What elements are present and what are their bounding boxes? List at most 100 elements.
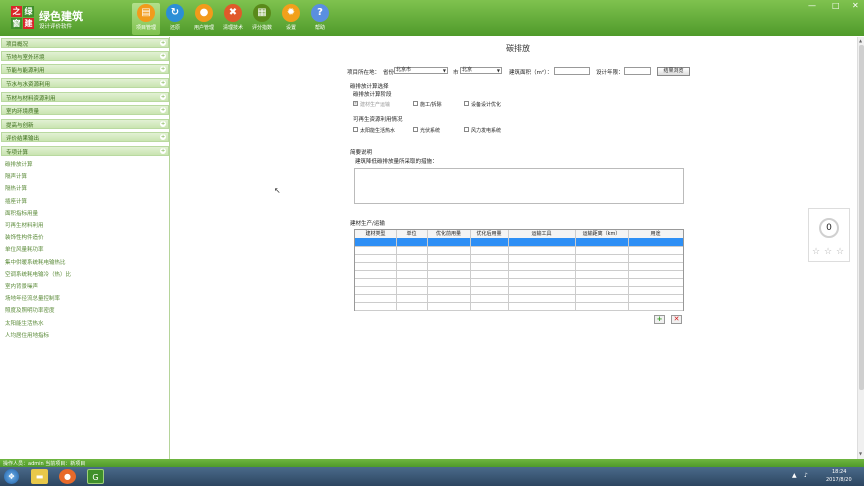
network-icon[interactable]: ▲	[792, 472, 797, 479]
sidebar-group[interactable]: 节水与水资源利用 +	[1, 78, 169, 88]
table-header[interactable]: 建材类型	[355, 230, 396, 238]
renew-checkbox-solar-water[interactable]	[353, 127, 358, 132]
table-header[interactable]: 单位	[396, 230, 427, 238]
years-input[interactable]	[624, 67, 651, 75]
logo-char: 之	[11, 6, 22, 17]
add-row-button[interactable]: +	[654, 315, 665, 324]
table-col-line	[628, 230, 629, 310]
expand-icon[interactable]: +	[160, 53, 166, 59]
desc-textarea[interactable]	[354, 168, 684, 204]
sidebar-item[interactable]: 装饰性构件造价	[5, 233, 44, 241]
mouse-cursor-icon: ↖	[274, 186, 281, 195]
scroll-down-icon[interactable]: ▼	[859, 451, 862, 456]
nav-button[interactable]: ▤ 项目管理	[132, 3, 160, 35]
section-desc-title: 简要说明	[350, 150, 373, 156]
sidebar-group[interactable]: 专项计算 +	[1, 146, 169, 156]
sidebar-item[interactable]: 太阳能生活热水	[5, 319, 44, 327]
renew-label-solar-water: 太阳能生活热水	[360, 128, 396, 134]
sidebar-group[interactable]: 节能与能源利用 +	[1, 64, 169, 74]
start-icon[interactable]: ❖	[4, 469, 19, 484]
app-taskbar-icon[interactable]: G	[87, 469, 104, 484]
volume-icon[interactable]: ♪	[804, 472, 808, 479]
sidebar-item[interactable]: 人均居住用地指标	[5, 331, 49, 339]
sidebar-group-label: 节材与材料资源利用	[6, 96, 56, 102]
table-row-line	[355, 310, 683, 311]
maximize-button[interactable]: □	[832, 1, 840, 10]
sidebar-group[interactable]: 评价结果输出 +	[1, 132, 169, 142]
expand-icon[interactable]: +	[160, 134, 166, 140]
clean-icon: ✖	[224, 4, 242, 22]
sidebar-item[interactable]: 可再生材料利用	[5, 221, 44, 229]
renew-checkbox-wind[interactable]	[464, 127, 469, 132]
sidebar-group[interactable]: 室内环境质量 +	[1, 105, 169, 115]
table-row-line	[355, 262, 683, 263]
delete-row-button[interactable]: ✕	[671, 315, 682, 324]
expand-icon[interactable]: +	[160, 148, 166, 154]
nav-button[interactable]: ✖ 清理技术	[219, 3, 247, 35]
stage-checkbox-construction[interactable]	[413, 101, 418, 106]
sidebar-group[interactable]: 节地与室外环境 +	[1, 51, 169, 61]
gear-icon: ✹	[282, 4, 300, 22]
expand-icon[interactable]: +	[160, 94, 166, 100]
minimize-button[interactable]: —	[808, 1, 816, 10]
city-select[interactable]: 北京 ▼	[460, 67, 502, 74]
table-header[interactable]: 运输距离（km）	[575, 230, 628, 238]
table-header[interactable]: 用途	[628, 230, 683, 238]
sidebar-item[interactable]: 空调系统耗电输冷（热）比	[5, 270, 71, 278]
expand-icon[interactable]: +	[160, 66, 166, 72]
nav-button[interactable]: ✹ 设置	[277, 3, 305, 35]
sidebar-item[interactable]: 插座计算	[5, 197, 27, 205]
nav-button[interactable]: ● 用户管理	[190, 3, 218, 35]
years-label: 设计年限：	[596, 70, 624, 76]
logo-char: 建	[23, 18, 34, 29]
app-subtitle: 设计评价软件	[39, 24, 73, 30]
scroll-thumb[interactable]	[859, 45, 864, 390]
table-header[interactable]: 优化后用量	[470, 230, 508, 238]
sidebar-item[interactable]: 照度及照明功率密度	[5, 306, 55, 314]
folder-icon[interactable]: ▬	[31, 469, 48, 484]
table-row-selected[interactable]	[355, 238, 683, 246]
vertical-scrollbar[interactable]: ▲ ▼	[857, 37, 864, 459]
material-table[interactable]: 建材类型 单位 优化前用量 优化后用量 运输工具 运输距离（km） 用途	[354, 229, 684, 311]
sidebar-item[interactable]: 面积指标用量	[5, 209, 38, 217]
nav-label: 评分指数	[251, 25, 272, 31]
sidebar-item[interactable]: 场地年径流总量控制率	[5, 294, 60, 302]
table-header[interactable]: 优化前用量	[427, 230, 470, 238]
expand-icon[interactable]: +	[160, 80, 166, 86]
stage-checkbox-material[interactable]	[353, 100, 358, 106]
nav-button[interactable]: ▦ 评分指数	[248, 3, 276, 35]
scroll-up-icon[interactable]: ▲	[859, 38, 862, 43]
sidebar-item[interactable]: 隔热计算	[5, 184, 27, 192]
sidebar-item[interactable]: 集中供暖系统耗电输热比	[5, 258, 66, 266]
area-input[interactable]	[554, 67, 590, 75]
table-row-line	[355, 254, 683, 255]
nav-label: 用户管理	[193, 25, 214, 31]
expand-icon[interactable]: +	[160, 40, 166, 46]
chevron-down-icon: ▼	[496, 68, 500, 73]
sidebar-group[interactable]: 项目概况 +	[1, 38, 169, 48]
result-browse-button[interactable]: 结果浏览	[657, 67, 690, 76]
expand-icon[interactable]: +	[160, 121, 166, 127]
expand-icon[interactable]: +	[160, 107, 166, 113]
location-label: 项目所在地：	[347, 70, 381, 76]
stage-checkbox-equipment[interactable]	[464, 101, 469, 106]
sidebar-group-label: 专项计算	[6, 150, 29, 156]
sidebar-item[interactable]: 碳排放计算	[5, 160, 33, 168]
rating-widget[interactable]: 0 ☆ ☆ ☆	[808, 208, 850, 262]
renew-checkbox-pv[interactable]	[413, 127, 418, 132]
sidebar-group[interactable]: 提高与创新 +	[1, 119, 169, 129]
app-header: 之 绿 窗 建 绿色建筑 设计评价软件 ▤ 项目管理 ↻ 还原 ● 用户管理 ✖ 清理技术 ▦ 评…	[0, 0, 864, 36]
table-header[interactable]: 运输工具	[508, 230, 575, 238]
nav-button[interactable]: ↻ 还原	[161, 3, 189, 35]
sidebar-item[interactable]: 室内背景噪声	[5, 282, 38, 290]
nav-button[interactable]: ? 帮助	[306, 3, 334, 35]
province-select[interactable]: 北京市 ▼	[394, 67, 448, 74]
close-button[interactable]: ✕	[852, 1, 859, 10]
sidebar-item[interactable]: 单位风量耗功率	[5, 245, 44, 253]
sidebar-group-label: 节能与能源利用	[6, 68, 45, 74]
sidebar-item[interactable]: 隔声计算	[5, 172, 27, 180]
sidebar-group[interactable]: 节材与材料资源利用 +	[1, 92, 169, 102]
browser-icon[interactable]: ●	[59, 469, 76, 484]
sidebar-group-label: 提高与创新	[6, 123, 34, 129]
nav-label: 帮助	[314, 25, 325, 31]
